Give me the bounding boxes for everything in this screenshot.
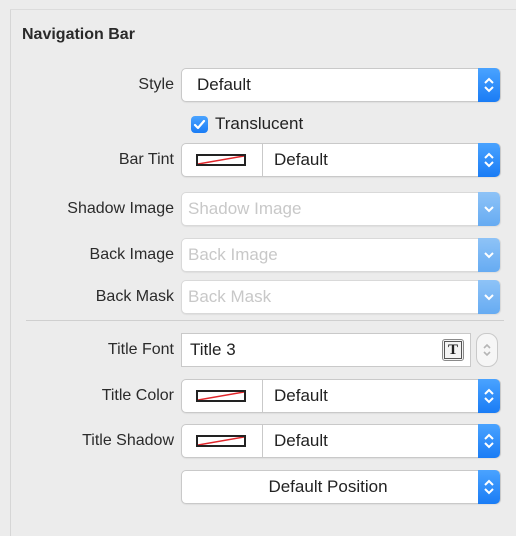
style-value: Default	[197, 75, 251, 94]
chevron-down-icon[interactable]	[478, 280, 500, 314]
color-swatch-none-icon	[196, 435, 246, 447]
color-swatch-none-icon	[196, 154, 246, 166]
checkmark-icon	[193, 119, 206, 130]
title-color-swatch-well[interactable]	[182, 380, 263, 412]
shadow-image-label: Shadow Image	[67, 200, 174, 217]
back-mask-row: Back Mask Back Mask	[0, 280, 516, 314]
title-shadow-value: Default	[274, 431, 328, 450]
back-image-placeholder: Back Image	[188, 245, 278, 264]
title-shadow-label: Title Shadow	[82, 432, 174, 449]
title-color-label: Title Color	[101, 387, 174, 404]
chevron-updown-icon	[478, 424, 500, 458]
font-picker-button[interactable]: T	[442, 339, 464, 361]
shadow-offset-row: Default Position	[0, 470, 516, 504]
font-icon: T	[444, 341, 462, 359]
bar-tint-swatch-well[interactable]	[182, 144, 263, 176]
title-color-popup[interactable]: Default	[181, 379, 501, 413]
translucent-label[interactable]: Translucent	[215, 112, 303, 136]
shadow-offset-popup[interactable]: Default Position	[181, 470, 501, 504]
shadow-offset-value: Default Position	[268, 477, 388, 496]
back-mask-label: Back Mask	[95, 288, 174, 305]
title-font-size-stepper[interactable]	[476, 333, 498, 367]
title-color-row: Title Color Default	[0, 379, 516, 413]
back-mask-placeholder: Back Mask	[188, 287, 272, 306]
title-font-field[interactable]: Title 3 T	[181, 333, 471, 367]
chevron-updown-icon	[478, 143, 500, 177]
title-font-value: Title 3	[190, 340, 236, 359]
chevron-updown-icon	[478, 379, 500, 413]
back-mask-combobox[interactable]: Back Mask	[181, 280, 501, 314]
bar-tint-row: Bar Tint Default	[0, 143, 516, 177]
section-divider	[26, 320, 504, 321]
back-image-label: Back Image	[89, 246, 174, 263]
title-shadow-swatch-well[interactable]	[182, 425, 263, 457]
shadow-image-placeholder: Shadow Image	[188, 199, 302, 218]
style-label: Style	[138, 76, 174, 93]
translucent-checkbox[interactable]	[191, 116, 208, 133]
chevron-updown-icon	[483, 343, 491, 357]
bar-tint-popup[interactable]: Default	[181, 143, 501, 177]
back-image-row: Back Image Back Image	[0, 238, 516, 272]
title-color-value: Default	[274, 386, 328, 405]
title-font-label: Title Font	[107, 341, 174, 358]
back-image-combobox[interactable]: Back Image	[181, 238, 501, 272]
section-title: Navigation Bar	[22, 26, 135, 43]
chevron-down-icon[interactable]	[478, 192, 500, 226]
chevron-updown-icon	[478, 470, 500, 504]
shadow-image-combobox[interactable]: Shadow Image	[181, 192, 501, 226]
title-shadow-row: Title Shadow Default	[0, 424, 516, 458]
title-shadow-popup[interactable]: Default	[181, 424, 501, 458]
style-popup[interactable]: Default	[181, 68, 501, 102]
top-separator	[10, 9, 516, 10]
style-row: Style Default	[0, 68, 516, 102]
chevron-updown-icon	[478, 68, 500, 102]
bar-tint-value: Default	[274, 150, 328, 169]
color-swatch-none-icon	[196, 390, 246, 402]
chevron-down-icon[interactable]	[478, 238, 500, 272]
shadow-image-row: Shadow Image Shadow Image	[0, 192, 516, 226]
bar-tint-label: Bar Tint	[118, 151, 174, 168]
